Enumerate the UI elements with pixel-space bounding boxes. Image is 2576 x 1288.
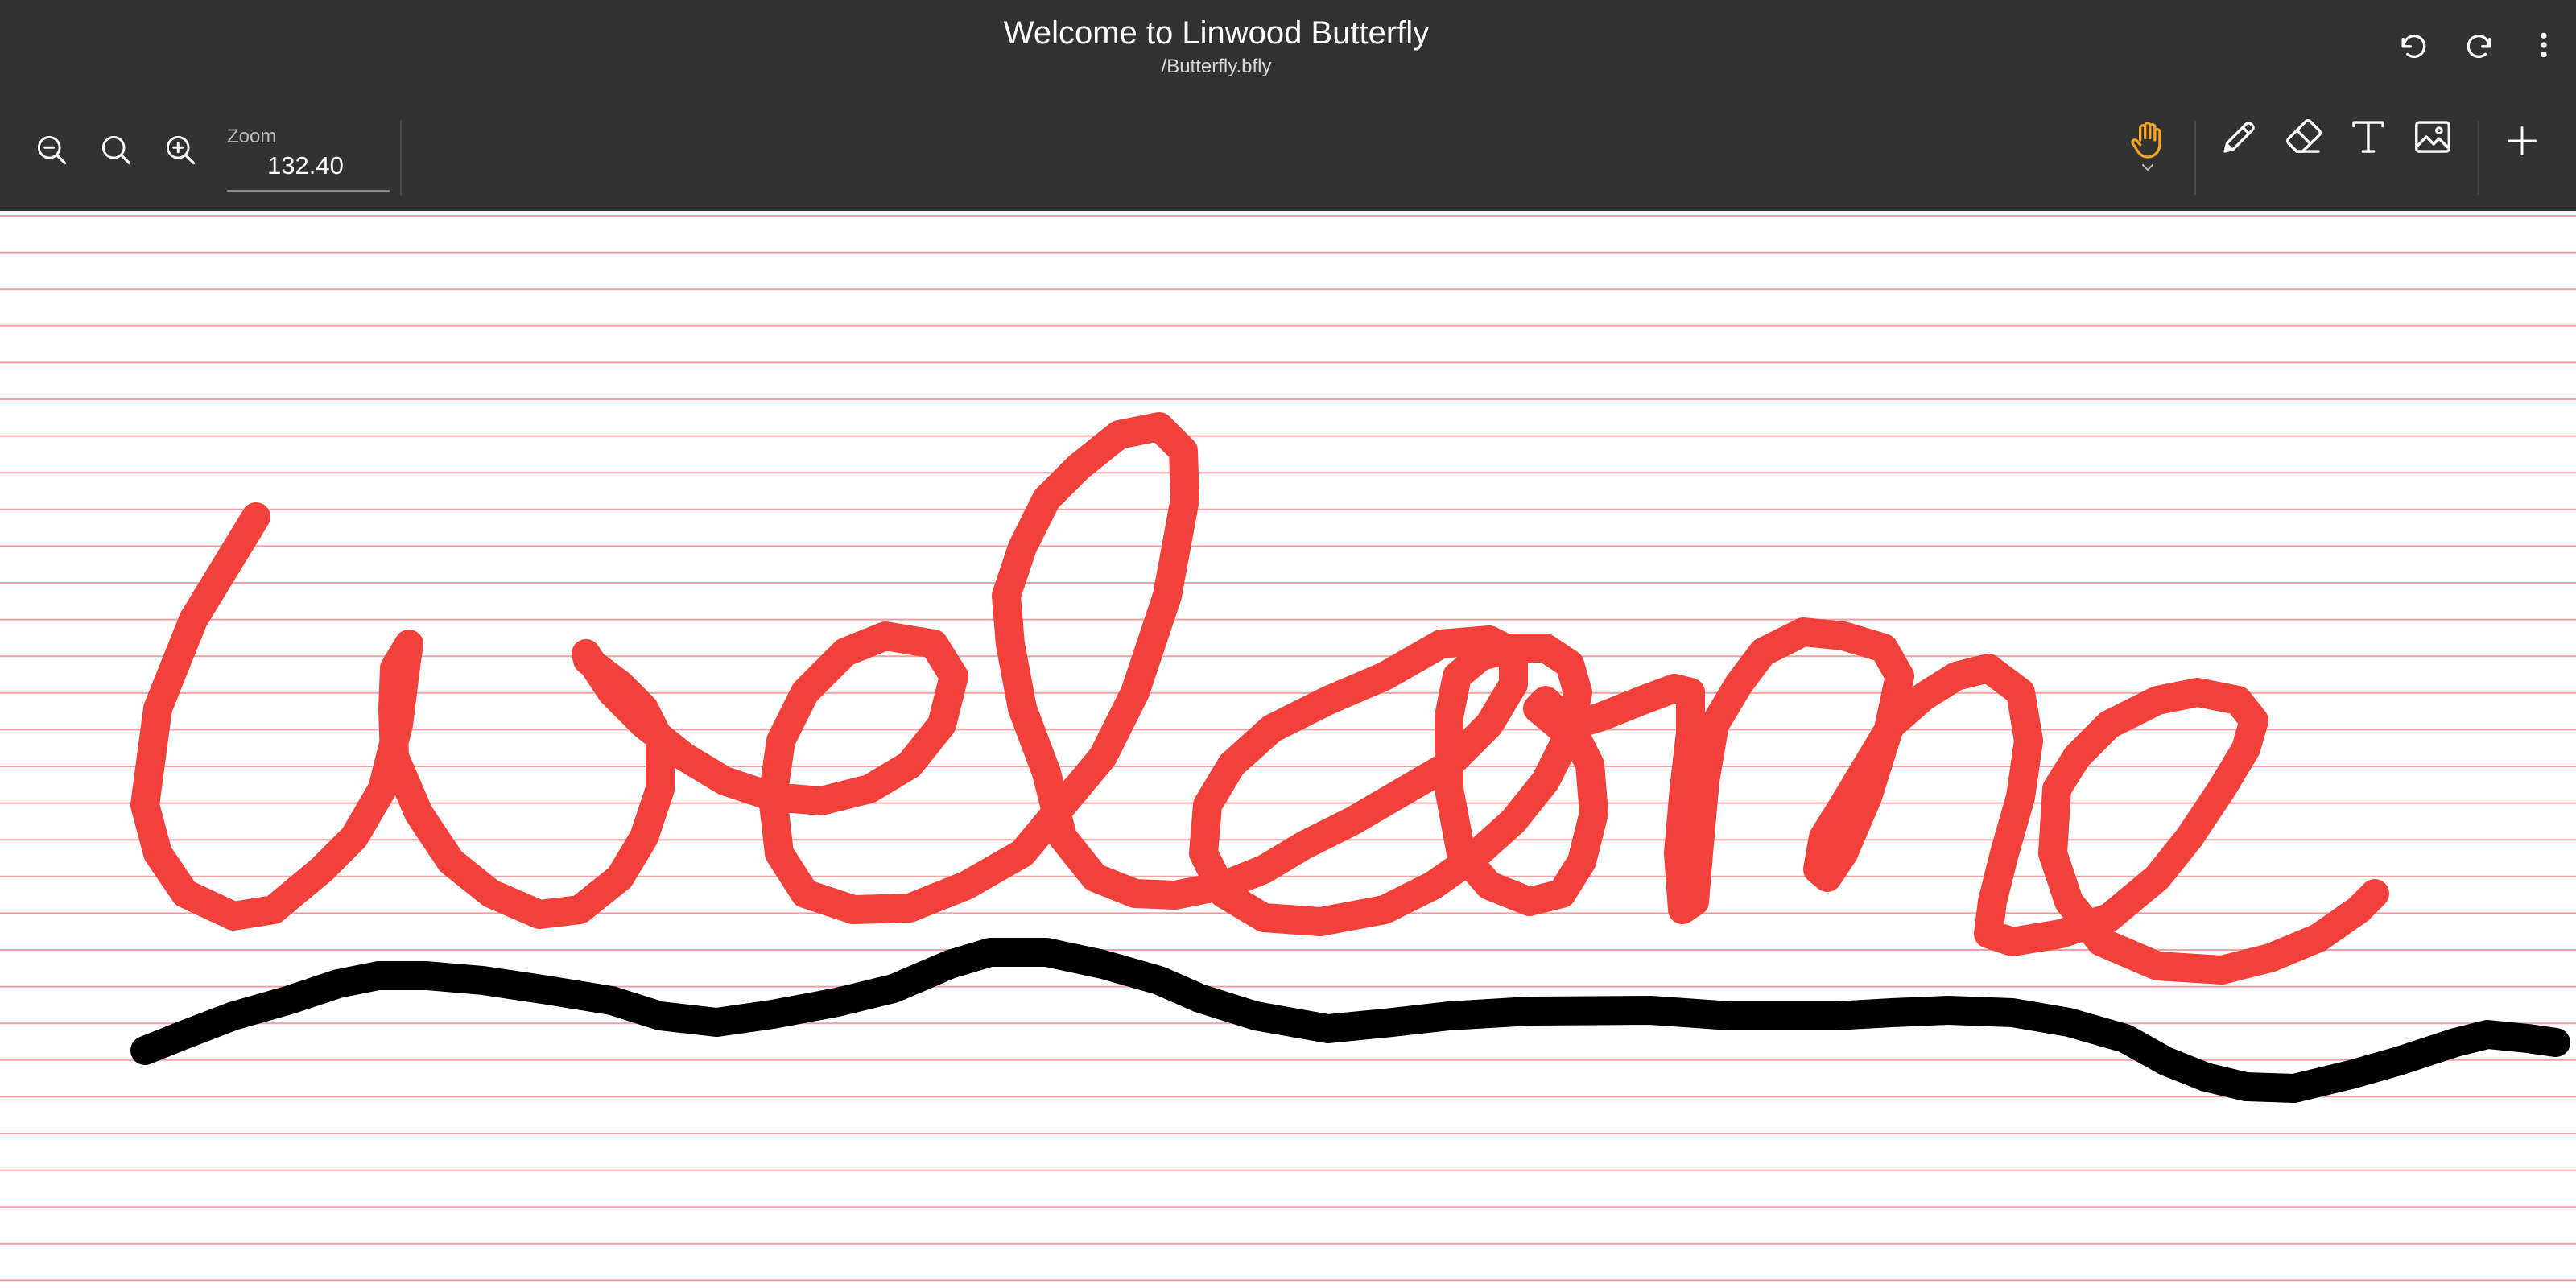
zoom-reset-icon [101, 135, 131, 165]
hand-tool-button[interactable] [2122, 108, 2174, 182]
redo-button[interactable] [2457, 23, 2502, 68]
title-row: Welcome to Linwood Butterfly /Butterfly.… [0, 0, 2576, 105]
zoom-out-icon [37, 135, 67, 165]
document-title-block[interactable]: Welcome to Linwood Butterfly /Butterfly.… [0, 11, 2433, 79]
add-tool-button[interactable] [2499, 118, 2545, 164]
toolbar-divider [400, 121, 402, 195]
pen-icon [2223, 122, 2255, 153]
toolbar-divider [2478, 121, 2479, 195]
more-button[interactable] [2528, 23, 2560, 68]
add-icon [2508, 126, 2537, 155]
pen-tool-button[interactable] [2215, 113, 2264, 161]
undo-icon [2401, 35, 2426, 58]
document-title: Welcome to Linwood Butterfly [1003, 15, 1430, 51]
text-tool-button[interactable] [2344, 113, 2392, 161]
chevron-down-icon [2142, 164, 2153, 171]
document-path: /Butterfly.bfly [1161, 56, 1272, 77]
ink-stroke-welcome [130, 412, 2389, 985]
hand-icon [2131, 122, 2161, 159]
zoom-input[interactable] [227, 145, 390, 187]
redo-icon [2467, 35, 2491, 58]
drawing-canvas[interactable] [0, 211, 2576, 1288]
text-icon [2352, 121, 2384, 153]
more-vert-icon [2541, 32, 2547, 58]
eraser-icon [2286, 119, 2322, 153]
zoom-reset-button[interactable] [95, 129, 137, 171]
undo-button[interactable] [2391, 23, 2436, 68]
toolbar-divider [2194, 121, 2196, 195]
zoom-in-icon [166, 135, 196, 165]
zoom-in-button[interactable] [159, 129, 201, 171]
image-tool-button[interactable] [2409, 113, 2457, 161]
zoom-out-button[interactable] [31, 129, 72, 171]
zoom-field[interactable]: Zoom [227, 122, 390, 192]
canvas-svg[interactable] [0, 211, 2576, 1288]
app-bar: Welcome to Linwood Butterfly /Butterfly.… [0, 0, 2576, 211]
image-icon [2415, 121, 2450, 153]
eraser-tool-button[interactable] [2280, 113, 2328, 161]
